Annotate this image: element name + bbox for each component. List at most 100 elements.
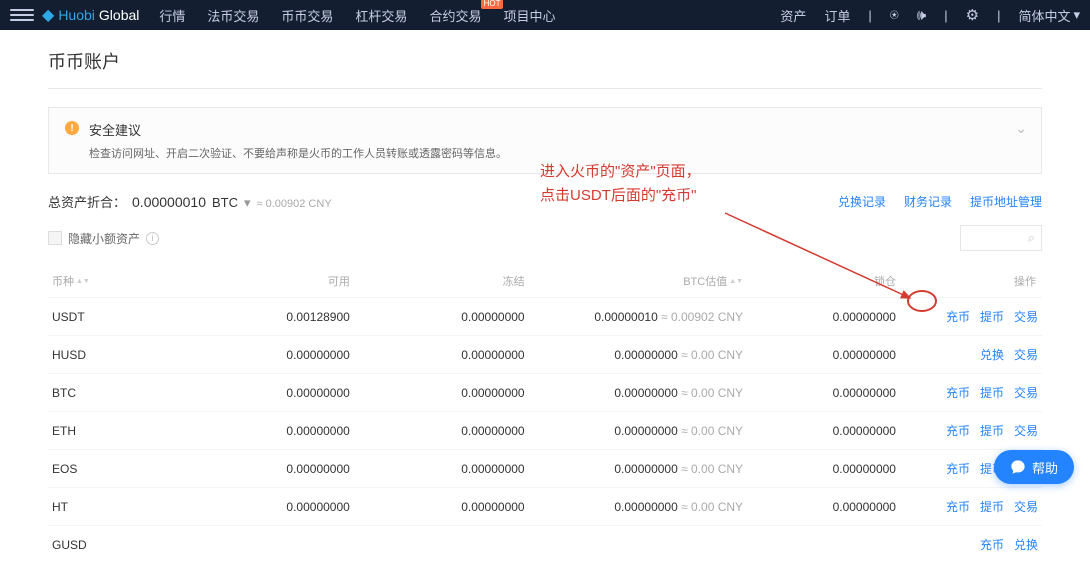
cell-available: 0.00000000 [168,336,354,374]
lang-label: 简体中文 [1018,6,1070,25]
nav-fiat[interactable]: 法币交易 [207,6,259,25]
cell-coin: GUSD [48,526,168,563]
total-value: 0.00000010 [132,194,206,210]
op-link[interactable]: 充币 [946,422,970,439]
cell-locked: 0.00000000 [747,336,900,374]
total-assets: 总资产折合： 0.00000010 BTC ▾ ≈ 0.00902 CNY [48,192,332,211]
cell-available [168,526,354,563]
nav-orders[interactable]: 订单 [824,6,850,25]
nav-projects[interactable]: 项目中心 [503,6,555,25]
cell-coin: HUSD [48,336,168,374]
op-link[interactable]: 交易 [1014,308,1038,325]
cell-coin: BTC [48,374,168,412]
cell-btc: 0.00000000 ≈ 0.00 CNY [529,374,747,412]
nav-assets[interactable]: 资产 [780,6,806,25]
table-row: USDT 0.00128900 0.00000000 0.00000010 ≈ … [48,298,1042,336]
sort-icon: ▲▼ [729,279,743,285]
cell-available: 0.00000000 [168,374,354,412]
annotation-circle [907,290,937,312]
link-withdraw-address[interactable]: 提币地址管理 [970,193,1042,210]
op-link[interactable]: 交易 [1014,346,1038,363]
hamburger-icon[interactable] [10,9,34,21]
logo[interactable]: ◆ Huobi Global [42,5,139,25]
table-row: EOS 0.00000000 0.00000000 0.00000000 ≈ 0… [48,450,1042,488]
chevron-down-icon[interactable]: ▾ [244,195,251,211]
cell-coin: HT [48,488,168,526]
cell-frozen: 0.00000000 [354,412,529,450]
cell-ops: 充币提币交易 [900,488,1042,526]
search-icon[interactable]: ⌕ [1028,230,1035,246]
cell-btc [529,526,747,563]
language-selector[interactable]: 简体中文▾ [1018,6,1080,25]
summary-links: 兑换记录 财务记录 提币地址管理 [838,193,1042,210]
op-link[interactable]: 提币 [980,384,1004,401]
cell-frozen [354,526,529,563]
op-link[interactable]: 兑换 [980,346,1004,363]
op-link[interactable]: 提币 [980,422,1004,439]
table-row: HT 0.00000000 0.00000000 0.00000000 ≈ 0.… [48,488,1042,526]
cell-ops: 充币兑换 [900,526,1042,563]
nav-spot[interactable]: 币币交易 [281,6,333,25]
cell-btc: 0.00000000 ≈ 0.00 CNY [529,336,747,374]
flame-icon: ◆ [42,5,54,25]
help-button[interactable]: 帮助 [994,450,1074,484]
op-link[interactable]: 充币 [946,384,970,401]
op-link[interactable]: 提币 [980,308,1004,325]
table-row: HUSD 0.00000000 0.00000000 0.00000000 ≈ … [48,336,1042,374]
table-row: BTC 0.00000000 0.00000000 0.00000000 ≈ 0… [48,374,1042,412]
th-btc-est[interactable]: BTC估值▲▼ [529,265,747,298]
nav-contract-label: 合约交易 [429,9,481,24]
th-locked: 锁仓 [747,265,900,298]
th-available: 可用 [168,265,354,298]
op-link[interactable]: 充币 [980,536,1004,553]
nav-margin[interactable]: 杠杆交易 [355,6,407,25]
cell-locked: 0.00000000 [747,298,900,336]
collapse-icon[interactable]: ⌄ [1015,120,1027,137]
cell-frozen: 0.00000000 [354,336,529,374]
link-finance-records[interactable]: 财务记录 [904,193,952,210]
link-exchange-records[interactable]: 兑换记录 [838,193,886,210]
sort-icon: ▲▼ [76,279,90,285]
cell-frozen: 0.00000000 [354,488,529,526]
cell-btc: 0.00000000 ≈ 0.00 CNY [529,412,747,450]
chat-icon [1010,459,1026,475]
nav-contract[interactable]: 合约交易HOT [429,6,481,25]
warning-icon: ! [65,121,79,135]
total-approx: ≈ 0.00902 CNY [257,198,332,210]
op-link[interactable]: 交易 [1014,384,1038,401]
op-link[interactable]: 交易 [1014,422,1038,439]
sound-icon[interactable]: 🕪 [917,7,926,24]
th-coin[interactable]: 币种▲▼ [48,265,168,298]
gear-icon[interactable]: ⚙ [966,6,979,24]
search-box[interactable]: ⌕ [960,225,1042,251]
hot-badge: HOT [481,0,504,9]
search-input[interactable] [967,232,1028,244]
cell-locked: 0.00000000 [747,450,900,488]
op-link[interactable]: 提币 [980,498,1004,515]
cell-frozen: 0.00000000 [354,450,529,488]
cell-coin: USDT [48,298,168,336]
right-nav: 资产 订单 | ⍟ 🕪 | ⚙ | 简体中文▾ [780,6,1080,25]
chevron-down-icon: ▾ [1073,7,1080,23]
op-link[interactable]: 交易 [1014,498,1038,515]
nav-market[interactable]: 行情 [159,6,185,25]
op-link[interactable]: 充币 [946,308,970,325]
logo-brand: Huobi [58,7,95,23]
cell-locked: 0.00000000 [747,412,900,450]
cell-ops: 充币提币交易 [900,374,1042,412]
cell-available: 0.00000000 [168,450,354,488]
info-icon[interactable]: i [146,232,159,245]
cell-locked: 0.00000000 [747,374,900,412]
table-row: GUSD 充币兑换 [48,526,1042,563]
cell-coin: EOS [48,450,168,488]
total-label: 总资产折合： [48,192,126,211]
op-link[interactable]: 充币 [946,498,970,515]
op-link[interactable]: 兑换 [1014,536,1038,553]
user-icon[interactable]: ⍟ [890,7,899,24]
page-title: 币币账户 [48,30,1042,88]
help-label: 帮助 [1032,458,1058,477]
hide-small-assets[interactable]: 隐藏小额资产 i [48,230,159,247]
checkbox[interactable] [48,231,62,245]
assets-table: 币种▲▼ 可用 冻结 BTC估值▲▼ 锁仓 操作 USDT 0.00128900… [48,265,1042,563]
op-link[interactable]: 充币 [946,460,970,477]
